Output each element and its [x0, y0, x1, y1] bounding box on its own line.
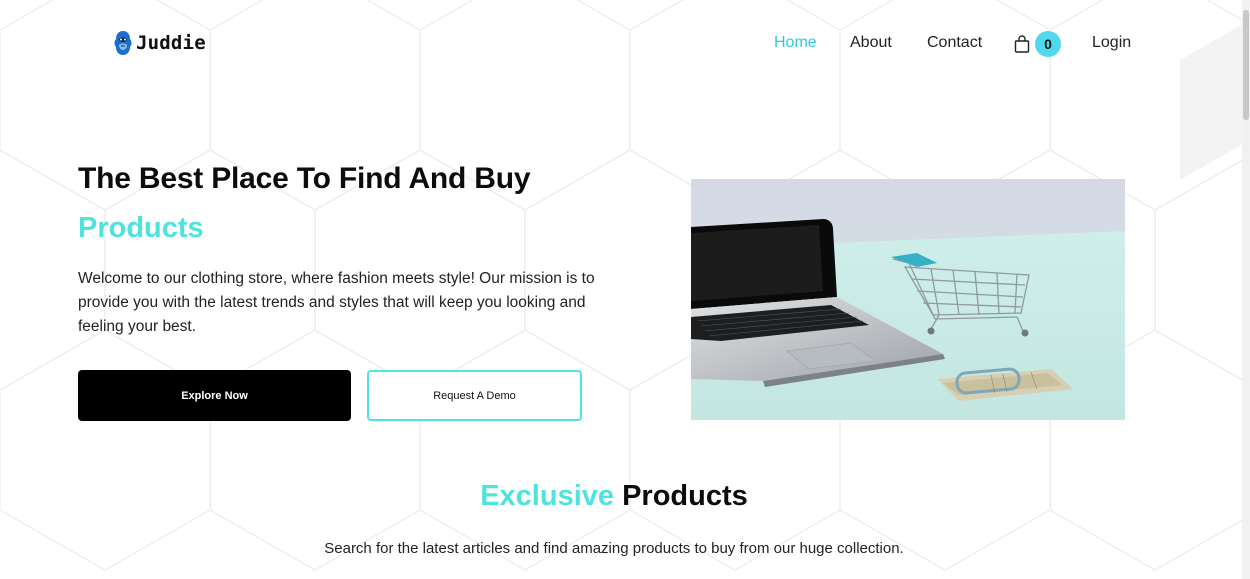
cart-button[interactable]: 0 [1014, 31, 1062, 57]
exclusive-title-accent: Exclusive [480, 480, 615, 512]
exclusive-products-subtitle: Search for the latest articles and find … [324, 540, 904, 557]
nav-item-login[interactable]: Login [1092, 34, 1131, 52]
hero-image [691, 179, 1125, 420]
nav-item-home[interactable]: Home [774, 34, 817, 52]
page: Juddie Home About Contact Login 0 The Be… [0, 0, 1250, 579]
hero-title: The Best Place To Find And Buy [78, 162, 531, 195]
main-nav: Home About Contact Login [0, 31, 1250, 57]
laptop-cart-illustration [691, 179, 1125, 420]
nav-item-about[interactable]: About [850, 34, 892, 52]
shopping-bag-icon [1014, 35, 1030, 53]
nav-item-contact[interactable]: Contact [927, 34, 982, 52]
site-header: Juddie Home About Contact Login 0 [0, 0, 1250, 88]
hero-description: Welcome to our clothing store, where fas… [78, 270, 595, 335]
request-demo-button[interactable]: Request A Demo [367, 370, 582, 421]
exclusive-title-rest: Products [622, 480, 748, 512]
exclusive-products-title: Exclusive Products [0, 480, 1228, 513]
cart-count-badge: 0 [1035, 31, 1061, 57]
hero-accent-title: Products [78, 212, 204, 244]
explore-now-button[interactable]: Explore Now [78, 370, 351, 421]
